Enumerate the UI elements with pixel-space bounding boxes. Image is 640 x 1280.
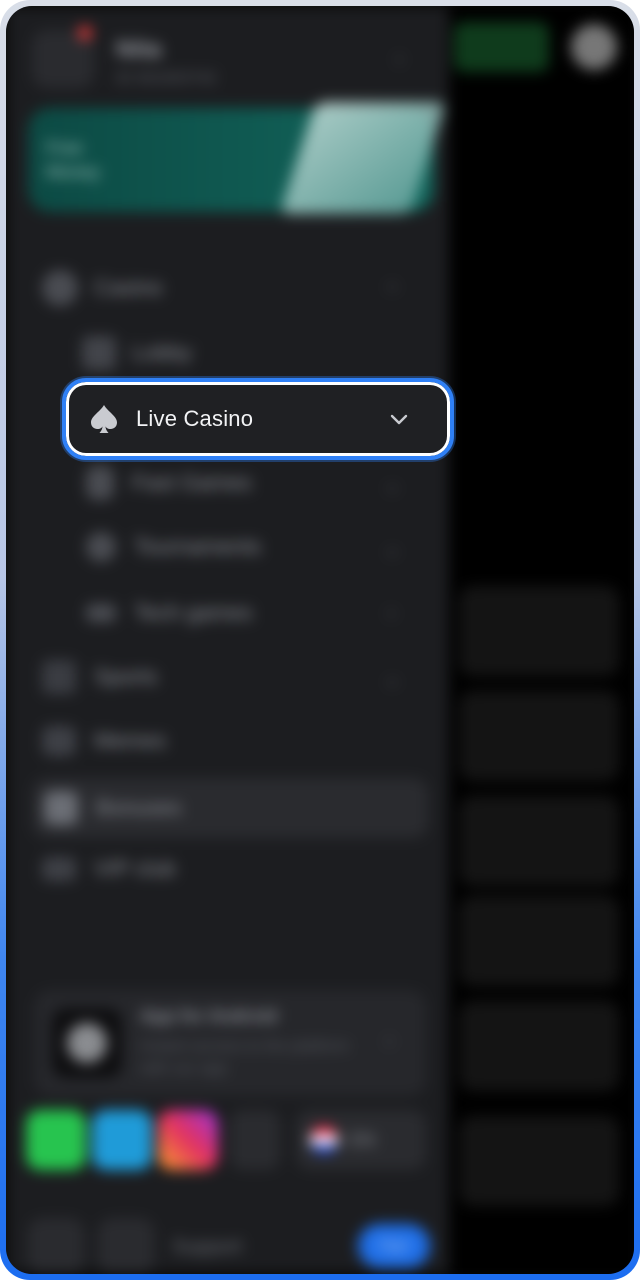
telegram-icon[interactable] <box>92 1110 152 1170</box>
menu-label: Tech games <box>134 600 253 625</box>
memes-icon <box>42 726 76 756</box>
gamepad-icon <box>86 604 116 622</box>
menu-label: Lobby <box>132 340 192 365</box>
menu-fast-games[interactable]: Fast Games <box>86 466 252 500</box>
rocket-icon <box>86 466 114 500</box>
blurred-background: Nita ID 001003742 › Free Money Casino ⌃ … <box>6 6 634 1274</box>
profile-name[interactable]: Nita <box>116 36 161 64</box>
menu-live-casino-highlighted[interactable]: Live Casino <box>62 378 454 460</box>
profile-id: ID 001003742 <box>116 70 217 87</box>
app-screen: Nita ID 001003742 › Free Money Casino ⌃ … <box>6 6 634 1274</box>
content-row <box>459 1001 619 1091</box>
menu-casino[interactable]: Casino <box>42 270 162 306</box>
top-button <box>454 22 549 72</box>
chat-icon[interactable] <box>98 1218 154 1274</box>
menu-vip-club[interactable]: VIP club <box>42 856 176 882</box>
content-row <box>459 1116 619 1206</box>
menu-tournaments[interactable]: Tournaments <box>86 532 261 562</box>
crown-icon <box>42 857 76 881</box>
content-row <box>459 796 619 886</box>
content-row <box>459 586 619 676</box>
support-label[interactable]: Support <box>172 1236 242 1259</box>
menu-label: Fast Games <box>132 470 252 495</box>
app-card-title: App for Android <box>140 1006 278 1026</box>
promo-title: Free Money <box>46 138 101 182</box>
android-app-card[interactable]: App for Android Instant access to the pl… <box>34 990 426 1096</box>
more-icon[interactable] <box>230 1110 280 1170</box>
menu-label: Memes <box>94 728 167 753</box>
content-row <box>459 896 619 986</box>
app-card-text: Instant access to the platform with our … <box>140 1038 349 1077</box>
tech-games-chevron-icon[interactable]: › <box>388 602 395 625</box>
menu-tech-games[interactable]: Tech games <box>86 600 253 626</box>
fast-games-chevron-icon[interactable]: ⌄ <box>384 472 401 497</box>
avatar-icon <box>571 24 617 70</box>
tournaments-chevron-icon[interactable]: ⌄ <box>384 536 401 561</box>
side-drawer: Nita ID 001003742 › Free Money Casino ⌃ … <box>6 6 449 1274</box>
casino-icon <box>42 270 78 306</box>
sign-button[interactable]: Sign <box>358 1224 430 1268</box>
phone-icon[interactable] <box>28 1218 84 1274</box>
sports-chevron-icon[interactable]: ⌄ <box>384 666 401 691</box>
language-label: EN <box>350 1130 376 1150</box>
menu-sports[interactable]: Sports <box>42 660 158 694</box>
menu-label: Tournaments <box>134 534 262 559</box>
menu-label: Sports <box>94 664 158 689</box>
language-selector[interactable]: EN <box>296 1110 426 1170</box>
casino-chevron-icon[interactable]: ⌃ <box>384 280 401 305</box>
menu-memes[interactable]: Memes <box>42 726 166 756</box>
trophy-icon <box>86 532 116 562</box>
chevron-down-icon[interactable] <box>388 408 410 430</box>
instagram-icon[interactable] <box>158 1110 218 1170</box>
grid-icon <box>82 336 116 370</box>
app-card-chevron-icon: › <box>386 1030 393 1052</box>
menu-label: Casino <box>94 275 163 300</box>
device-frame: Nita ID 001003742 › Free Money Casino ⌃ … <box>0 0 640 1280</box>
menu-bonuses[interactable]: Bonuses <box>32 778 428 838</box>
content-row <box>459 691 619 781</box>
promo-image <box>279 102 447 214</box>
menu-label: VIP club <box>94 856 176 881</box>
live-casino-label: Live Casino <box>136 406 254 431</box>
notification-dot <box>78 26 92 40</box>
whatsapp-icon[interactable] <box>26 1110 86 1170</box>
menu-lobby[interactable]: Lobby <box>82 336 192 370</box>
gift-icon <box>44 791 78 825</box>
sports-icon <box>42 660 76 694</box>
menu-label: Bonuses <box>96 795 182 820</box>
profile-chevron-icon[interactable]: › <box>396 48 403 71</box>
promo-banner[interactable]: Free Money <box>28 102 447 214</box>
overlay-backdrop[interactable] <box>449 6 634 1274</box>
android-icon <box>52 1008 122 1078</box>
flag-icon <box>310 1126 338 1154</box>
spade-icon <box>91 405 117 433</box>
